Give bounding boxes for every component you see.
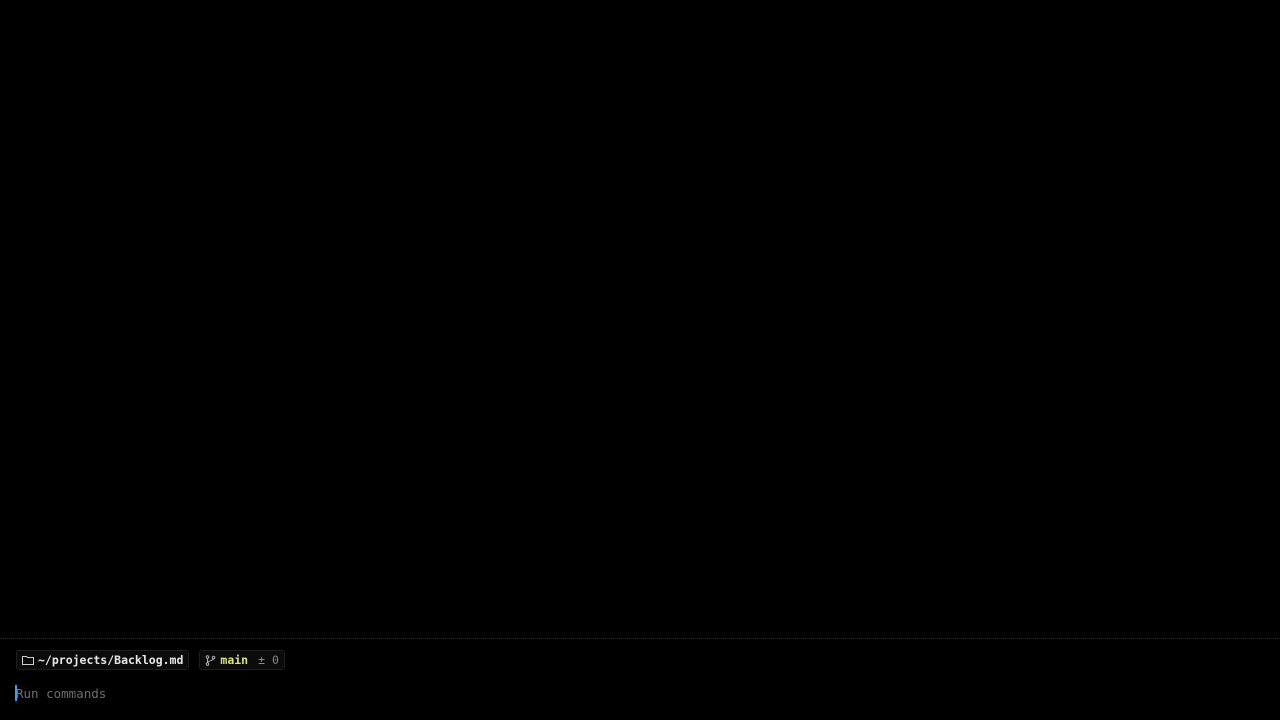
command-input-row[interactable] [15,684,1265,702]
git-diff-count: ± 0 [258,653,279,667]
directory-chip[interactable]: ~/projects/Backlog.md [16,650,190,670]
git-chip[interactable]: main ± 0 [199,650,285,670]
directory-path: ~/projects/Backlog.md [38,653,184,667]
command-input[interactable] [16,685,1216,701]
prompt-status-bar: ~/projects/Backlog.md main ± 0 [16,650,285,670]
git-branch-icon [205,654,216,666]
git-branch-name: main [220,653,249,667]
terminal-output-area [0,0,1280,638]
prompt-divider [0,638,1280,639]
folder-icon [22,655,34,665]
